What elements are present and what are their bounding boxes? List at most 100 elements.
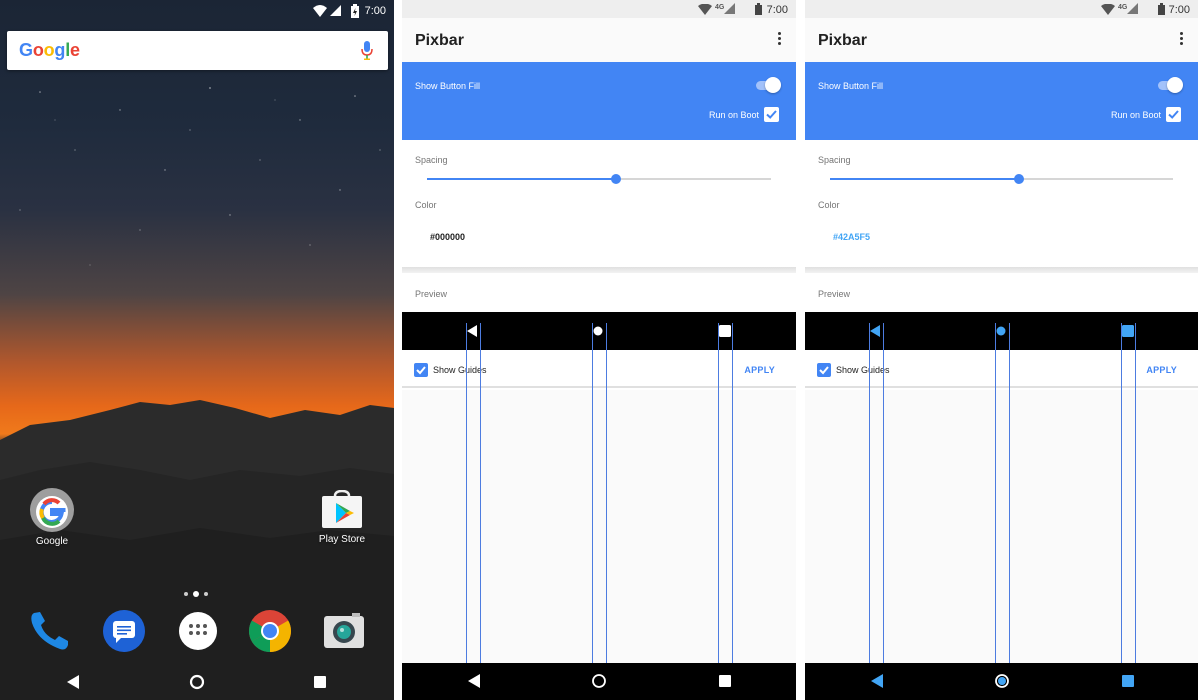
back-button-icon[interactable] xyxy=(467,673,481,689)
wifi-icon xyxy=(698,4,712,15)
home-button-icon[interactable] xyxy=(591,673,607,689)
battery-icon xyxy=(351,4,359,18)
color-label: Color xyxy=(415,200,437,210)
panel-gap xyxy=(796,0,805,700)
google-logo: Google xyxy=(19,40,80,61)
back-button-icon[interactable] xyxy=(870,673,884,689)
wifi-icon xyxy=(1101,4,1115,15)
apply-button[interactable]: APPLY xyxy=(1146,365,1177,375)
spacing-slider[interactable] xyxy=(427,174,771,184)
guide-line xyxy=(1135,323,1136,663)
settings-header: Show Button Fill Run on Boot xyxy=(402,62,796,140)
preview-recents-icon xyxy=(719,325,731,337)
app-label-play-store: Play Store xyxy=(318,534,366,545)
run-on-boot-label: Run on Boot xyxy=(708,110,759,120)
show-guides-label: Show Guides xyxy=(433,365,487,375)
system-nav-bar xyxy=(402,663,796,700)
run-on-boot-label: Run on Boot xyxy=(1110,110,1161,120)
preview-back-icon xyxy=(467,325,477,337)
google-logo-letter: e xyxy=(70,40,80,60)
show-button-fill-label: Show Button Fill xyxy=(415,81,481,91)
app-bar: Pixbar xyxy=(402,18,796,62)
preview-nav-bar xyxy=(402,312,796,350)
overflow-menu-icon[interactable] xyxy=(1180,32,1184,47)
status-time: 7:00 xyxy=(766,4,788,16)
show-guides-checkbox[interactable] xyxy=(817,363,831,377)
guide-line xyxy=(883,323,884,663)
battery-icon xyxy=(1158,3,1165,15)
preview-label: Preview xyxy=(818,289,851,299)
svg-text:4G: 4G xyxy=(715,4,725,11)
show-guides-row: Show Guides APPLY xyxy=(805,350,1198,388)
guide-line xyxy=(1121,323,1122,663)
color-value[interactable]: #42A5F5 xyxy=(833,232,870,242)
preview-home-icon xyxy=(593,326,603,336)
show-button-fill-label: Show Button Fill xyxy=(818,81,884,91)
lte-signal-icon: 4G xyxy=(715,3,735,14)
google-logo-letter: G xyxy=(19,40,33,60)
show-button-fill-switch[interactable] xyxy=(1156,77,1183,93)
recents-button-icon[interactable] xyxy=(718,674,732,688)
show-button-fill-switch[interactable] xyxy=(754,77,781,93)
pixbar-screen-blue: 4G 7:00 Pixbar Show Button Fill Run on B… xyxy=(805,0,1198,700)
preview-label: Preview xyxy=(415,289,448,299)
home-status-bar: 7:00 xyxy=(0,0,394,24)
show-guides-checkbox[interactable] xyxy=(414,363,428,377)
spacing-slider-thumb[interactable] xyxy=(611,174,622,184)
home-screen: 7:00 Google Google Play Store xyxy=(0,0,394,700)
run-on-boot-checkbox[interactable] xyxy=(1166,107,1181,122)
guide-line xyxy=(869,323,870,663)
apply-button[interactable]: APPLY xyxy=(744,365,775,375)
messages-icon[interactable] xyxy=(102,609,146,653)
google-logo-letter: o xyxy=(43,40,55,60)
run-on-boot-checkbox[interactable] xyxy=(764,107,779,122)
recents-button-icon[interactable] xyxy=(1121,674,1135,688)
system-nav-bar xyxy=(805,663,1198,700)
guide-line xyxy=(592,323,593,663)
spacing-slider-thumb[interactable] xyxy=(1013,174,1024,184)
color-label: Color xyxy=(818,200,840,210)
spacing-label: Spacing xyxy=(415,155,448,165)
back-button-icon[interactable] xyxy=(66,674,80,690)
status-time: 7:00 xyxy=(364,5,386,17)
app-drawer-icon[interactable] xyxy=(176,609,220,653)
show-guides-row: Show Guides APPLY xyxy=(402,350,796,388)
app-google[interactable]: Google xyxy=(12,488,92,547)
app-title: Pixbar xyxy=(818,32,867,49)
guide-line xyxy=(1009,323,1010,663)
preview-home-icon xyxy=(996,326,1006,336)
guide-line xyxy=(466,323,467,663)
status-bar: 4G 7:00 xyxy=(402,0,796,18)
mic-icon[interactable] xyxy=(361,41,373,60)
section-divider xyxy=(805,267,1198,273)
lte-signal-icon: 4G xyxy=(1118,3,1138,14)
app-play-store[interactable]: Play Store xyxy=(302,490,382,545)
home-button-icon[interactable] xyxy=(994,673,1010,689)
recents-button-icon[interactable] xyxy=(313,675,327,689)
color-value[interactable]: #000000 xyxy=(430,232,465,242)
phone-icon[interactable] xyxy=(28,609,72,653)
camera-icon[interactable] xyxy=(322,612,366,650)
spacing-label: Spacing xyxy=(818,155,851,165)
page-indicator-dots xyxy=(184,591,208,597)
panel-gap xyxy=(394,0,402,700)
app-label-google: Google xyxy=(35,536,69,547)
guide-line xyxy=(732,323,733,663)
signal-icon xyxy=(330,5,341,16)
preview-area xyxy=(402,390,796,663)
wifi-icon xyxy=(313,5,327,17)
spacing-slider[interactable] xyxy=(830,174,1173,184)
app-bar: Pixbar xyxy=(805,18,1198,62)
home-button-icon[interactable] xyxy=(189,674,205,690)
guide-line xyxy=(480,323,481,663)
chrome-icon[interactable] xyxy=(248,609,292,653)
google-search-bar[interactable]: Google xyxy=(7,31,388,70)
preview-area xyxy=(805,390,1198,663)
overflow-menu-icon[interactable] xyxy=(778,32,782,47)
preview-recents-icon xyxy=(1122,325,1134,337)
status-time: 7:00 xyxy=(1168,4,1190,16)
guide-line xyxy=(718,323,719,663)
svg-text:4G: 4G xyxy=(1118,4,1128,11)
pixbar-screen-default: 4G 7:00 Pixbar Show Button Fill Run on B… xyxy=(402,0,796,700)
play-store-icon xyxy=(322,490,362,528)
